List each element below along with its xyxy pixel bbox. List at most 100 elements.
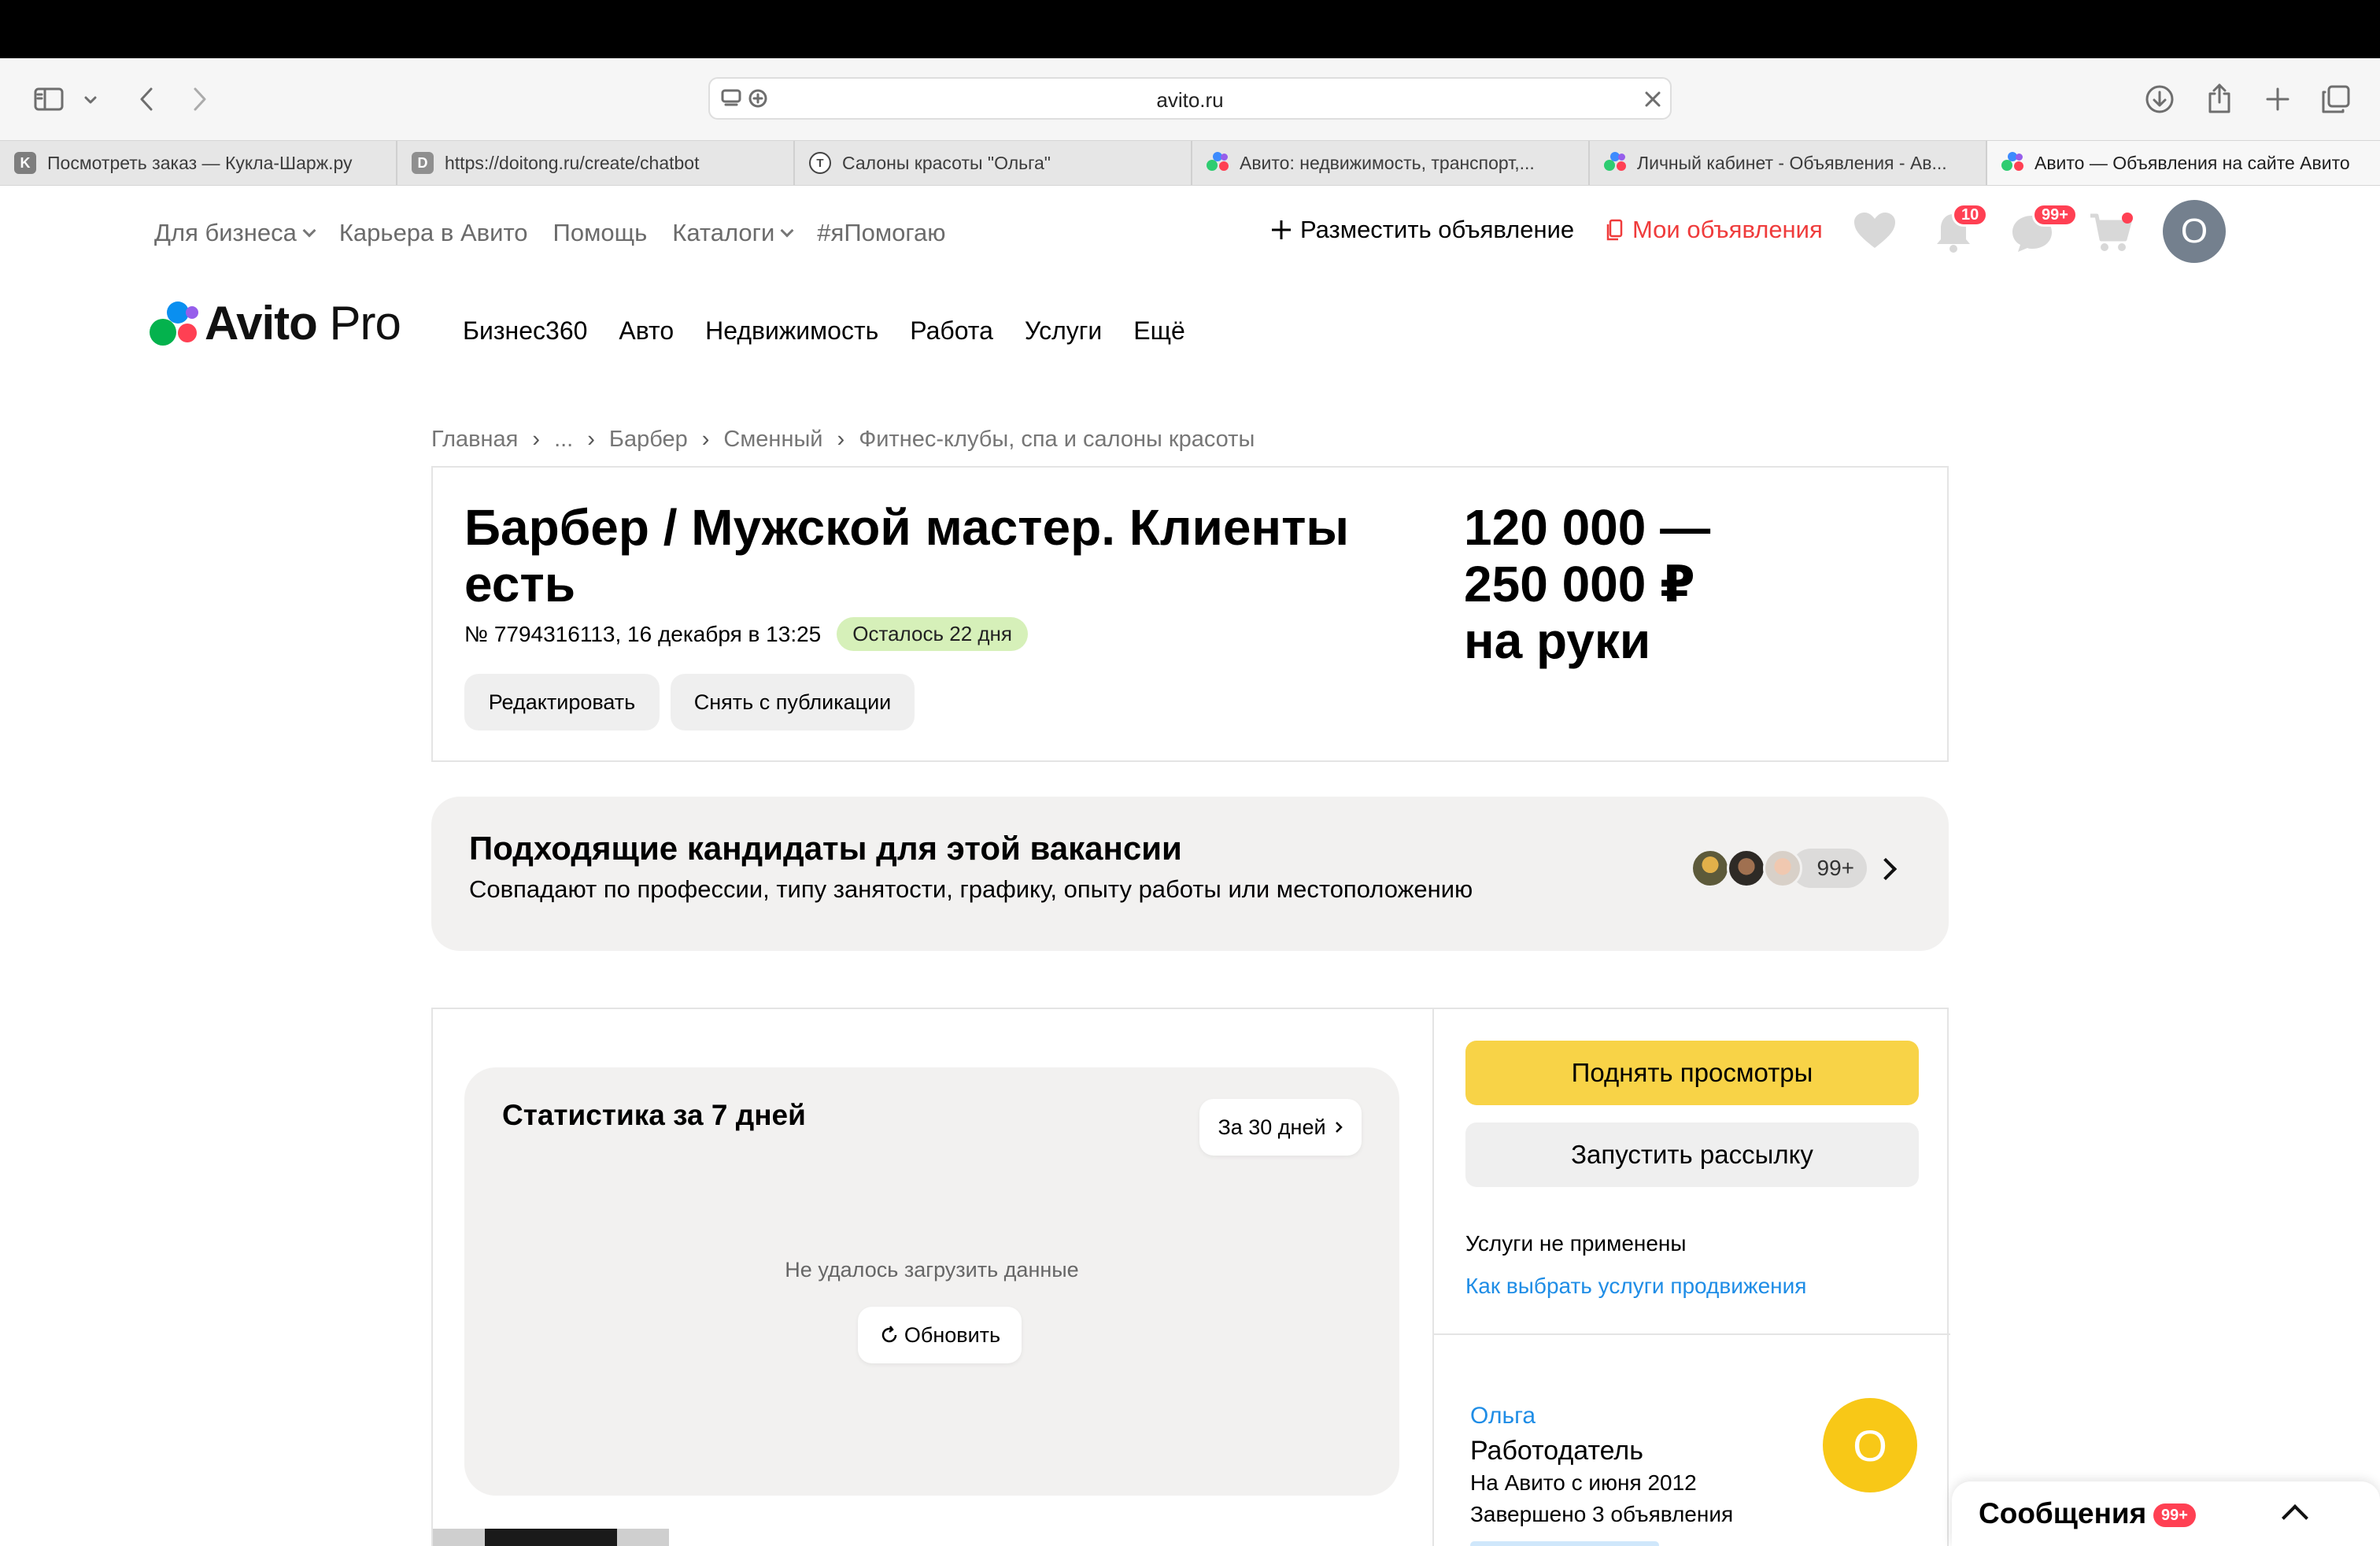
forward-icon[interactable] xyxy=(184,83,216,115)
kukla-favicon-icon: K xyxy=(14,152,36,174)
nav-biznes360[interactable]: Бизнес360 xyxy=(463,316,587,346)
salon-favicon-icon: T xyxy=(809,152,831,174)
browser-tab[interactable]: K Посмотреть заказ — Кукла-Шарж.ру xyxy=(0,141,397,185)
listing-photo-thumbnail[interactable] xyxy=(433,1529,669,1546)
link-catalogs[interactable]: Каталоги xyxy=(672,219,794,247)
salary-line-2: 250 000 ₽ xyxy=(1464,556,1695,612)
tab-label: https://doitong.ru/create/chatbot xyxy=(445,152,700,173)
stats-panel: Статистика за 7 дней За 30 дней Не удало… xyxy=(464,1067,1399,1496)
nav-auto[interactable]: Авто xyxy=(619,316,674,346)
days-left-badge: Осталось 22 дня xyxy=(837,617,1028,651)
notifications-bell-icon[interactable]: 10 xyxy=(1935,203,1989,257)
tab-label: Посмотреть заказ — Кукла-Шарж.ру xyxy=(47,152,353,173)
url-text[interactable]: avito.ru xyxy=(710,88,1670,113)
avito-pro-logo[interactable]: Avito Pro xyxy=(150,296,401,350)
seller-avatar[interactable]: О xyxy=(1823,1398,1917,1492)
messages-dock-title: Сообщения xyxy=(1979,1497,2147,1529)
candidate-avatar xyxy=(1727,849,1766,888)
messages-badge: 99+ xyxy=(2032,203,2078,227)
nav-more[interactable]: Ещё xyxy=(1133,316,1184,346)
sidebar-menu-chevron-icon[interactable] xyxy=(79,88,102,112)
listing-title: Барбер / Мужской мастер. Клиенты есть xyxy=(464,499,1350,612)
post-ad-link[interactable]: Разместить объявление xyxy=(1270,216,1574,244)
favorites-heart-icon[interactable] xyxy=(1853,211,1897,254)
share-icon[interactable] xyxy=(2202,80,2237,117)
chevron-down-icon xyxy=(302,224,316,238)
tab-label: Авито: недвижимость, транспорт,... xyxy=(1240,152,1535,173)
breadcrumb-ellipsis[interactable]: ... xyxy=(554,427,573,453)
cart-icon[interactable] xyxy=(2089,213,2133,257)
seller-name-link[interactable]: Ольга xyxy=(1470,1403,1536,1429)
listing-meta: № 7794316113, 16 декабря в 13:25 Осталос… xyxy=(464,617,1028,651)
cart-dot xyxy=(2122,213,2133,224)
sidebar-toggle-icon[interactable] xyxy=(31,82,66,117)
tab-label: Салоны красоты "Ольга" xyxy=(842,152,1051,173)
unpublish-button[interactable]: Снять с публикации xyxy=(671,674,915,730)
boost-views-button[interactable]: Поднять просмотры xyxy=(1465,1041,1919,1105)
promo-sidebar: Поднять просмотры Запустить рассылку Усл… xyxy=(1434,1009,1950,1546)
lower-section: Статистика за 7 дней За 30 дней Не удало… xyxy=(431,1008,1950,1546)
macos-menu-bar xyxy=(0,0,2380,58)
user-avatar[interactable]: O xyxy=(2163,200,2226,263)
salary-line-3: на руки xyxy=(1464,612,1651,669)
candidates-title: Подходящие кандидаты для этой вакансии xyxy=(469,830,1182,867)
browser-tab[interactable]: D https://doitong.ru/create/chatbot xyxy=(397,141,795,185)
breadcrumb-category[interactable]: Фитнес-клубы, спа и салоны красоты xyxy=(859,427,1255,453)
tab-label: Авито — Объявления на сайте Авито xyxy=(2034,152,2350,173)
tab-bar: K Посмотреть заказ — Кукла-Шарж.ру D htt… xyxy=(0,140,2380,186)
chevron-up-icon[interactable] xyxy=(2282,1504,2308,1531)
salary-line-1: 120 000 — xyxy=(1464,499,1711,556)
candidates-banner[interactable]: Подходящие кандидаты для этой вакансии С… xyxy=(431,797,1949,951)
browser-toolbar: avito.ru xyxy=(0,58,2380,140)
clear-url-icon[interactable] xyxy=(1642,88,1664,110)
listing-card: Барбер / Мужской мастер. Клиенты есть № … xyxy=(431,466,1949,762)
nav-realty[interactable]: Недвижимость xyxy=(705,316,878,346)
chevron-down-icon xyxy=(780,224,794,238)
seller-completed: Завершено 3 объявления xyxy=(1470,1502,1734,1526)
browser-tab[interactable]: Личный кабинет - Объявления - Ав... xyxy=(1590,141,1987,185)
downloads-icon[interactable] xyxy=(2142,82,2177,117)
breadcrumb-home[interactable]: Главная xyxy=(431,427,518,453)
seller-role: Работодатель xyxy=(1470,1436,1643,1466)
breadcrumb-shift[interactable]: Сменный xyxy=(723,427,822,453)
browser-tab[interactable]: T Салоны красоты "Ольга" xyxy=(795,141,1192,185)
top-links: Для бизнеса Карьера в Авито Помощь Катал… xyxy=(154,219,971,247)
link-ya-pomogayu[interactable]: #яПомогаю xyxy=(817,219,945,247)
browser-tab-active[interactable]: Авито — Объявления на сайте Авито xyxy=(1987,141,2380,185)
refresh-button-label: Обновить xyxy=(904,1322,1001,1347)
avito-favicon-icon xyxy=(1604,152,1626,174)
notifications-badge: 10 xyxy=(1952,203,1989,227)
avito-logo-icon xyxy=(150,300,200,347)
sidebar-divider xyxy=(1434,1333,1950,1335)
link-career[interactable]: Карьера в Авито xyxy=(339,219,528,247)
link-help[interactable]: Помощь xyxy=(553,219,648,247)
avito-favicon-icon xyxy=(1207,152,1229,174)
refresh-icon xyxy=(881,1326,897,1343)
back-icon[interactable] xyxy=(131,83,162,115)
doitong-favicon-icon: D xyxy=(412,152,434,174)
period-30-days-button[interactable]: За 30 дней xyxy=(1199,1099,1362,1156)
services-help-link[interactable]: Как выбрать услуги продвижения xyxy=(1465,1274,1806,1299)
tab-overview-icon[interactable] xyxy=(2319,82,2353,117)
breadcrumb-barber[interactable]: Барбер xyxy=(609,427,688,453)
chevron-right-icon[interactable] xyxy=(1874,857,1898,881)
candidates-count: 99+ xyxy=(1791,849,1867,888)
nav-jobs[interactable]: Работа xyxy=(910,316,993,346)
my-ads-link[interactable]: Мои объявления xyxy=(1606,216,1823,244)
new-tab-icon[interactable] xyxy=(2260,82,2295,117)
browser-tab[interactable]: Авито: недвижимость, транспорт,... xyxy=(1192,141,1590,185)
refresh-button[interactable]: Обновить xyxy=(858,1307,1022,1363)
link-for-business[interactable]: Для бизнеса xyxy=(154,219,316,247)
nav-services[interactable]: Услуги xyxy=(1025,316,1102,346)
messages-dock[interactable]: Сообщения 99+ xyxy=(1952,1481,2380,1546)
address-bar[interactable]: avito.ru xyxy=(708,77,1672,120)
avito-favicon-icon xyxy=(2001,152,2023,174)
messages-chat-icon[interactable]: 99+ xyxy=(2010,203,2078,257)
salary: 120 000 — 250 000 ₽ на руки xyxy=(1464,499,1905,669)
plus-icon xyxy=(1272,220,1291,239)
edit-button[interactable]: Редактировать xyxy=(464,674,660,730)
stats-error-text: Не удалось загрузить данные xyxy=(785,1258,1079,1282)
candidate-avatar xyxy=(1691,849,1730,888)
messages-dock-badge: 99+ xyxy=(2153,1503,2196,1527)
start-mailing-button[interactable]: Запустить рассылку xyxy=(1465,1123,1919,1187)
